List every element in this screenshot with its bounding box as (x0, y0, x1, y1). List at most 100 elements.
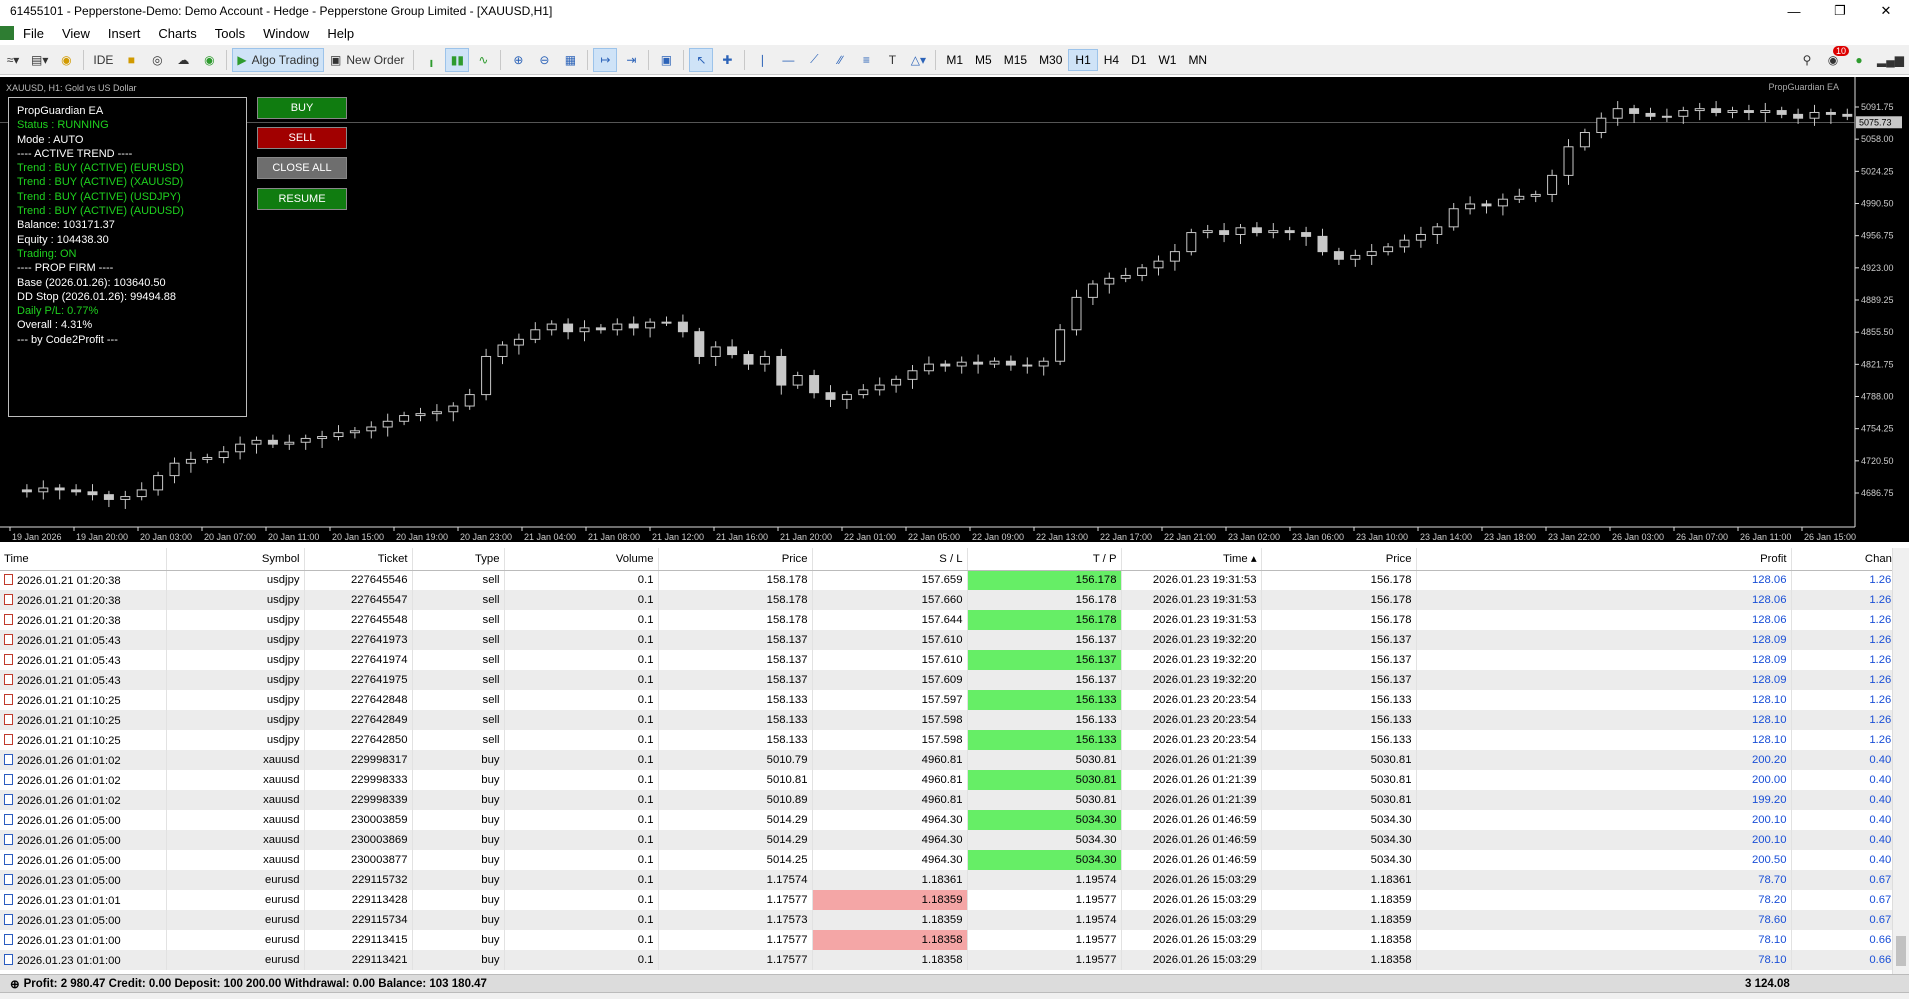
column-header[interactable]: Price (658, 548, 813, 571)
table-row[interactable]: 2026.01.26 01:01:02 xauusd 229998317 buy 0.1… (0, 750, 1909, 770)
table-cell: 157.598 (812, 730, 968, 750)
templates-icon[interactable]: ▤▾ (27, 48, 52, 72)
timeframe-mn[interactable]: MN (1182, 49, 1213, 71)
chart-type-icon[interactable]: ≈▾ (1, 48, 25, 72)
timeframe-w1[interactable]: W1 (1152, 49, 1182, 71)
zoom-in-icon[interactable]: ⊕ (506, 48, 530, 72)
menu-window[interactable]: Window (254, 26, 318, 41)
shapes-icon[interactable]: △▾ (906, 48, 930, 72)
line-chart-icon[interactable]: ∿ (471, 48, 495, 72)
table-row[interactable]: 2026.01.21 01:10:25 usdjpy 227642850 sell 0.… (0, 730, 1909, 750)
table-row[interactable]: 2026.01.21 01:20:38 usdjpy 227645546 sell 0.… (0, 570, 1909, 590)
ide-button[interactable]: IDE (89, 48, 117, 72)
signals-icon[interactable]: ◎ (145, 48, 169, 72)
minimize-icon[interactable]: — (1771, 0, 1817, 22)
notifications-icon[interactable]: ◉ 10 (1821, 45, 1850, 72)
column-header[interactable]: Profit (1416, 548, 1792, 571)
table-row[interactable]: 2026.01.26 01:05:00 xauusd 230003877 buy 0.1… (0, 850, 1909, 870)
table-cell: 78.10 (1416, 950, 1792, 970)
timeframe-h4[interactable]: H4 (1098, 49, 1125, 71)
timeframe-m30[interactable]: M30 (1033, 49, 1068, 71)
buy-button[interactable]: BUY (257, 97, 347, 119)
menu-tools[interactable]: Tools (206, 26, 254, 41)
title-bar: 61455101 - Pepperstone-Demo: Demo Accoun… (0, 0, 1909, 22)
account-icon[interactable]: ● (1847, 48, 1871, 72)
resume-button[interactable]: RESUME (257, 188, 347, 210)
table-row[interactable]: 2026.01.23 01:01:01 eurusd 229113428 buy 0.1… (0, 890, 1909, 910)
vertical-line-icon[interactable]: ❘ (750, 48, 774, 72)
table-row[interactable]: 2026.01.21 01:20:38 usdjpy 227645547 sell 0.… (0, 590, 1909, 610)
table-row[interactable]: 2026.01.23 01:05:00 eurusd 229115732 buy 0.1… (0, 870, 1909, 890)
chart-shift-icon[interactable]: ⇥ (619, 48, 643, 72)
grid-icon[interactable]: ▦ (558, 48, 582, 72)
table-row[interactable]: 2026.01.23 01:05:00 eurusd 229115734 buy 0.1… (0, 910, 1909, 930)
table-row[interactable]: 2026.01.21 01:05:43 usdjpy 227641973 sell 0.… (0, 630, 1909, 650)
candle-body (743, 354, 754, 365)
close-icon[interactable]: ✕ (1863, 0, 1909, 22)
search-icon[interactable]: ⚲ (1795, 48, 1819, 72)
table-cell: 227645548 (304, 610, 413, 630)
fibonacci-icon[interactable]: ≡ (854, 48, 878, 72)
column-header[interactable]: Symbol (166, 548, 305, 571)
table-scrollbar[interactable] (1892, 548, 1909, 974)
timeframe-m1[interactable]: M1 (940, 49, 969, 71)
timeframe-m15[interactable]: M15 (998, 49, 1033, 71)
briefcase-icon[interactable]: ■ (119, 48, 143, 72)
autoscroll-icon[interactable]: ↦ (593, 47, 618, 72)
column-header[interactable]: Volume (504, 548, 659, 571)
table-row[interactable]: 2026.01.26 01:01:02 xauusd 229998333 buy 0.1… (0, 770, 1909, 790)
table-cell: buy (412, 910, 505, 930)
trendline-icon[interactable]: ⟋ (802, 48, 826, 72)
algo-trading-button[interactable]: ▶ Algo Trading (232, 47, 325, 72)
timeframe-m5[interactable]: M5 (969, 49, 998, 71)
crosshair-icon[interactable]: ✚ (715, 48, 739, 72)
column-header[interactable]: Time (0, 548, 167, 571)
candle-body (267, 439, 278, 445)
table-cell: 2026.01.26 15:03:29 (1121, 950, 1262, 970)
channel-icon[interactable]: ∕∕ (828, 48, 852, 72)
table-row[interactable]: 2026.01.21 01:05:43 usdjpy 227641975 sell 0.… (0, 670, 1909, 690)
sell-button[interactable]: SELL (257, 127, 347, 149)
notification-badge: 10 (1833, 45, 1850, 56)
table-row[interactable]: 2026.01.21 01:10:25 usdjpy 227642849 sell 0.… (0, 710, 1909, 730)
column-header[interactable]: Type (412, 548, 505, 571)
column-header[interactable]: Price (1261, 548, 1417, 571)
vps-icon[interactable]: ◉ (197, 48, 221, 72)
timeframe-h1[interactable]: H1 (1068, 48, 1098, 71)
horizontal-line-icon[interactable]: — (776, 48, 800, 72)
market-icon[interactable]: ◉ (54, 48, 78, 72)
text-tool-icon[interactable]: T (880, 48, 904, 72)
table-cell: 158.137 (658, 650, 813, 670)
table-row[interactable]: 2026.01.23 01:01:00 eurusd 229113415 buy 0.1… (0, 930, 1909, 950)
table-cell: 229113415 (304, 930, 413, 950)
cursor-icon[interactable]: ↖ (689, 47, 714, 72)
column-header[interactable]: T / P (967, 548, 1122, 571)
table-row[interactable]: 2026.01.21 01:10:25 usdjpy 227642848 sell 0.… (0, 690, 1909, 710)
table-row[interactable]: 2026.01.21 01:20:38 usdjpy 227645548 sell 0.… (0, 610, 1909, 630)
table-row[interactable]: 2026.01.21 01:05:43 usdjpy 227641974 sell 0.… (0, 650, 1909, 670)
menu-view[interactable]: View (53, 26, 99, 41)
bar-chart-icon[interactable]: ╻ (419, 48, 443, 72)
column-header[interactable]: Ticket (304, 548, 413, 571)
candlestick-icon[interactable]: ▮▮ (445, 47, 470, 72)
scrollbar-thumb[interactable] (1896, 936, 1906, 966)
cloud-icon[interactable]: ☁ (171, 48, 195, 72)
column-header[interactable]: Time ▴ (1121, 548, 1262, 571)
menu-help[interactable]: Help (318, 26, 363, 41)
maximize-icon[interactable]: ❐ (1817, 0, 1863, 22)
bottom-tabs[interactable] (0, 992, 1909, 999)
table-row[interactable]: 2026.01.23 01:01:00 eurusd 229113421 buy 0.1… (0, 950, 1909, 970)
column-header[interactable]: S / L (812, 548, 968, 571)
zoom-out-icon[interactable]: ⊖ (532, 48, 556, 72)
timeframe-d1[interactable]: D1 (1125, 49, 1152, 71)
menu-file[interactable]: File (14, 26, 53, 41)
table-row[interactable]: 2026.01.26 01:05:00 xauusd 230003859 buy 0.1… (0, 810, 1909, 830)
close-all-button[interactable]: CLOSE ALL (257, 157, 347, 179)
table-cell: xauusd (166, 850, 305, 870)
new-order-button[interactable]: ▣ New Order (326, 48, 408, 72)
table-row[interactable]: 2026.01.26 01:05:00 xauusd 230003869 buy 0.1… (0, 830, 1909, 850)
menu-charts[interactable]: Charts (149, 26, 205, 41)
screenshot-icon[interactable]: ▣ (654, 48, 678, 72)
menu-insert[interactable]: Insert (99, 26, 150, 41)
table-row[interactable]: 2026.01.26 01:01:02 xauusd 229998339 buy 0.1… (0, 790, 1909, 810)
